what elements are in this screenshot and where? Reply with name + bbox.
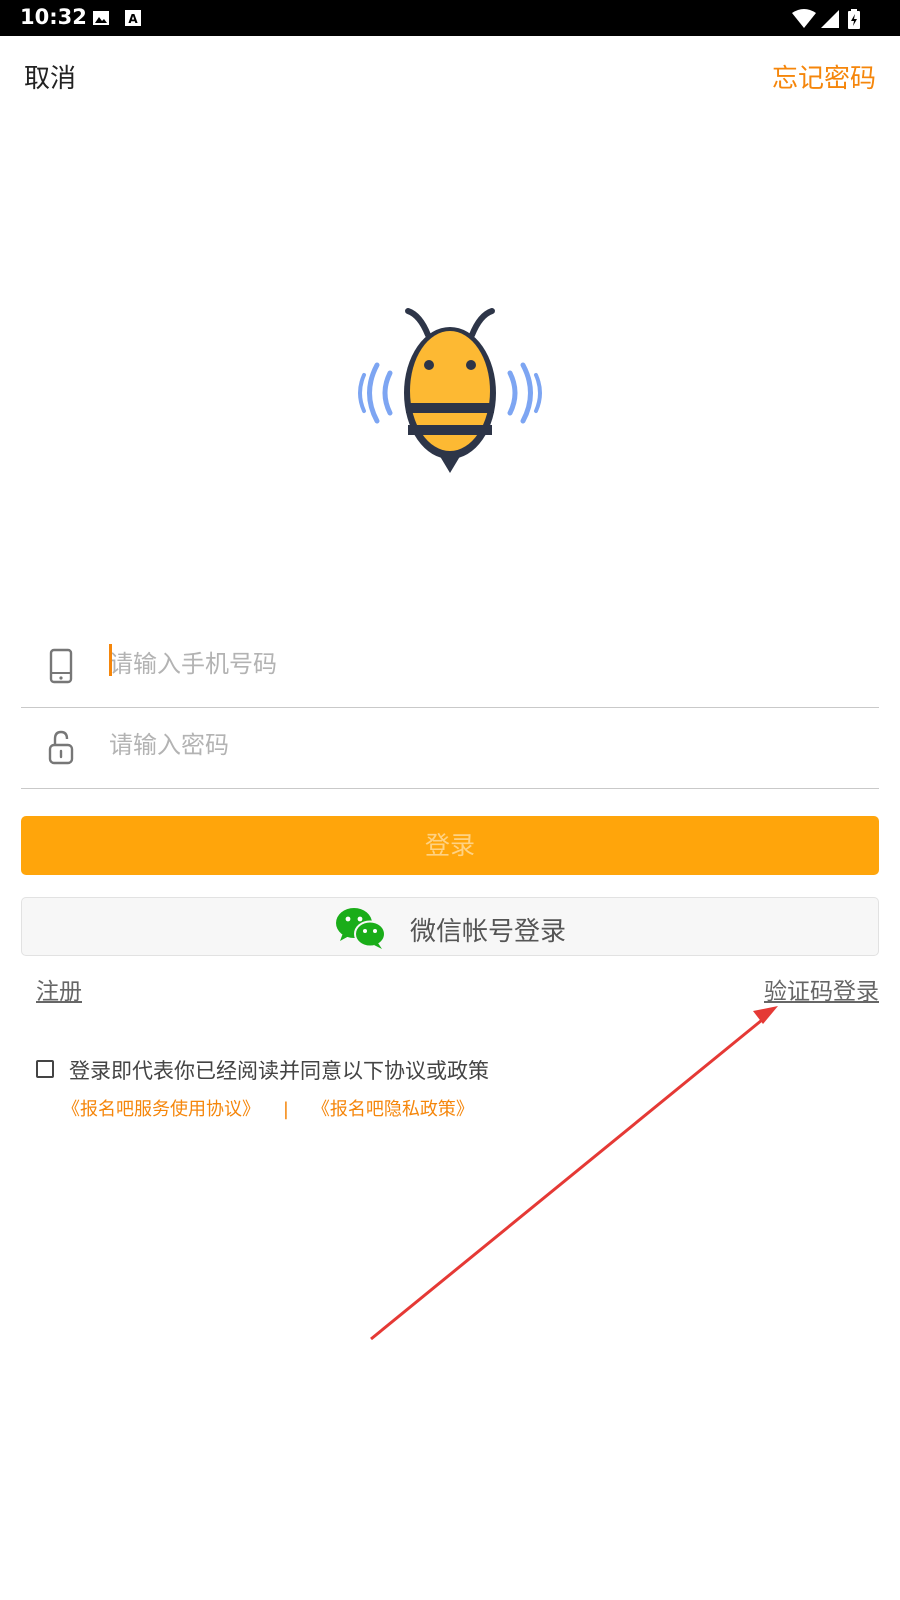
agreement-text: 登录即代表你已经阅读并同意以下协议或政策 — [69, 1059, 489, 1083]
phone-field — [21, 626, 879, 708]
forgot-password-link[interactable]: 忘记密码 — [772, 58, 876, 95]
login-button[interactable]: 登录 — [21, 816, 879, 875]
agreement-checkbox[interactable] — [36, 1060, 54, 1078]
phone-input[interactable] — [109, 644, 809, 684]
annotation-arrow — [370, 1006, 778, 1341]
signal-icon — [821, 10, 839, 28]
password-input[interactable] — [109, 725, 809, 765]
code-login-link[interactable]: 验证码登录 — [764, 972, 879, 1006]
app-notification-icon: A — [125, 10, 141, 26]
bee-logo-icon — [358, 308, 542, 473]
gallery-notification-icon — [93, 11, 109, 25]
wechat-login-label: 微信帐号登录 — [410, 917, 567, 947]
wifi-icon — [792, 9, 816, 28]
wechat-login-button[interactable]: 微信帐号登录 — [21, 897, 879, 956]
cancel-button[interactable]: 取消 — [24, 58, 76, 95]
unlock-icon — [48, 730, 74, 765]
register-link[interactable]: 注册 — [36, 972, 82, 1006]
login-screen: 10:32 A 取消 忘记密码 请输入手机号码 登录 微信帐号登录 注册 验证码… — [0, 0, 900, 1600]
agreement-separator: | — [282, 1099, 289, 1120]
service-agreement-link[interactable]: 《报名吧服务使用协议》 — [62, 1099, 260, 1120]
svg-text:A: A — [128, 12, 138, 26]
privacy-policy-link[interactable]: 《报名吧隐私政策》 — [312, 1099, 474, 1120]
phone-icon — [49, 648, 73, 684]
password-field — [21, 707, 879, 789]
wechat-icon — [336, 908, 386, 949]
agreement-links: 《报名吧服务使用协议》 | 《报名吧隐私政策》 — [62, 1095, 474, 1121]
status-bar: 10:32 A — [0, 0, 900, 36]
battery-icon — [848, 9, 860, 29]
status-time: 10:32 — [20, 5, 87, 29]
text-cursor — [109, 644, 112, 676]
